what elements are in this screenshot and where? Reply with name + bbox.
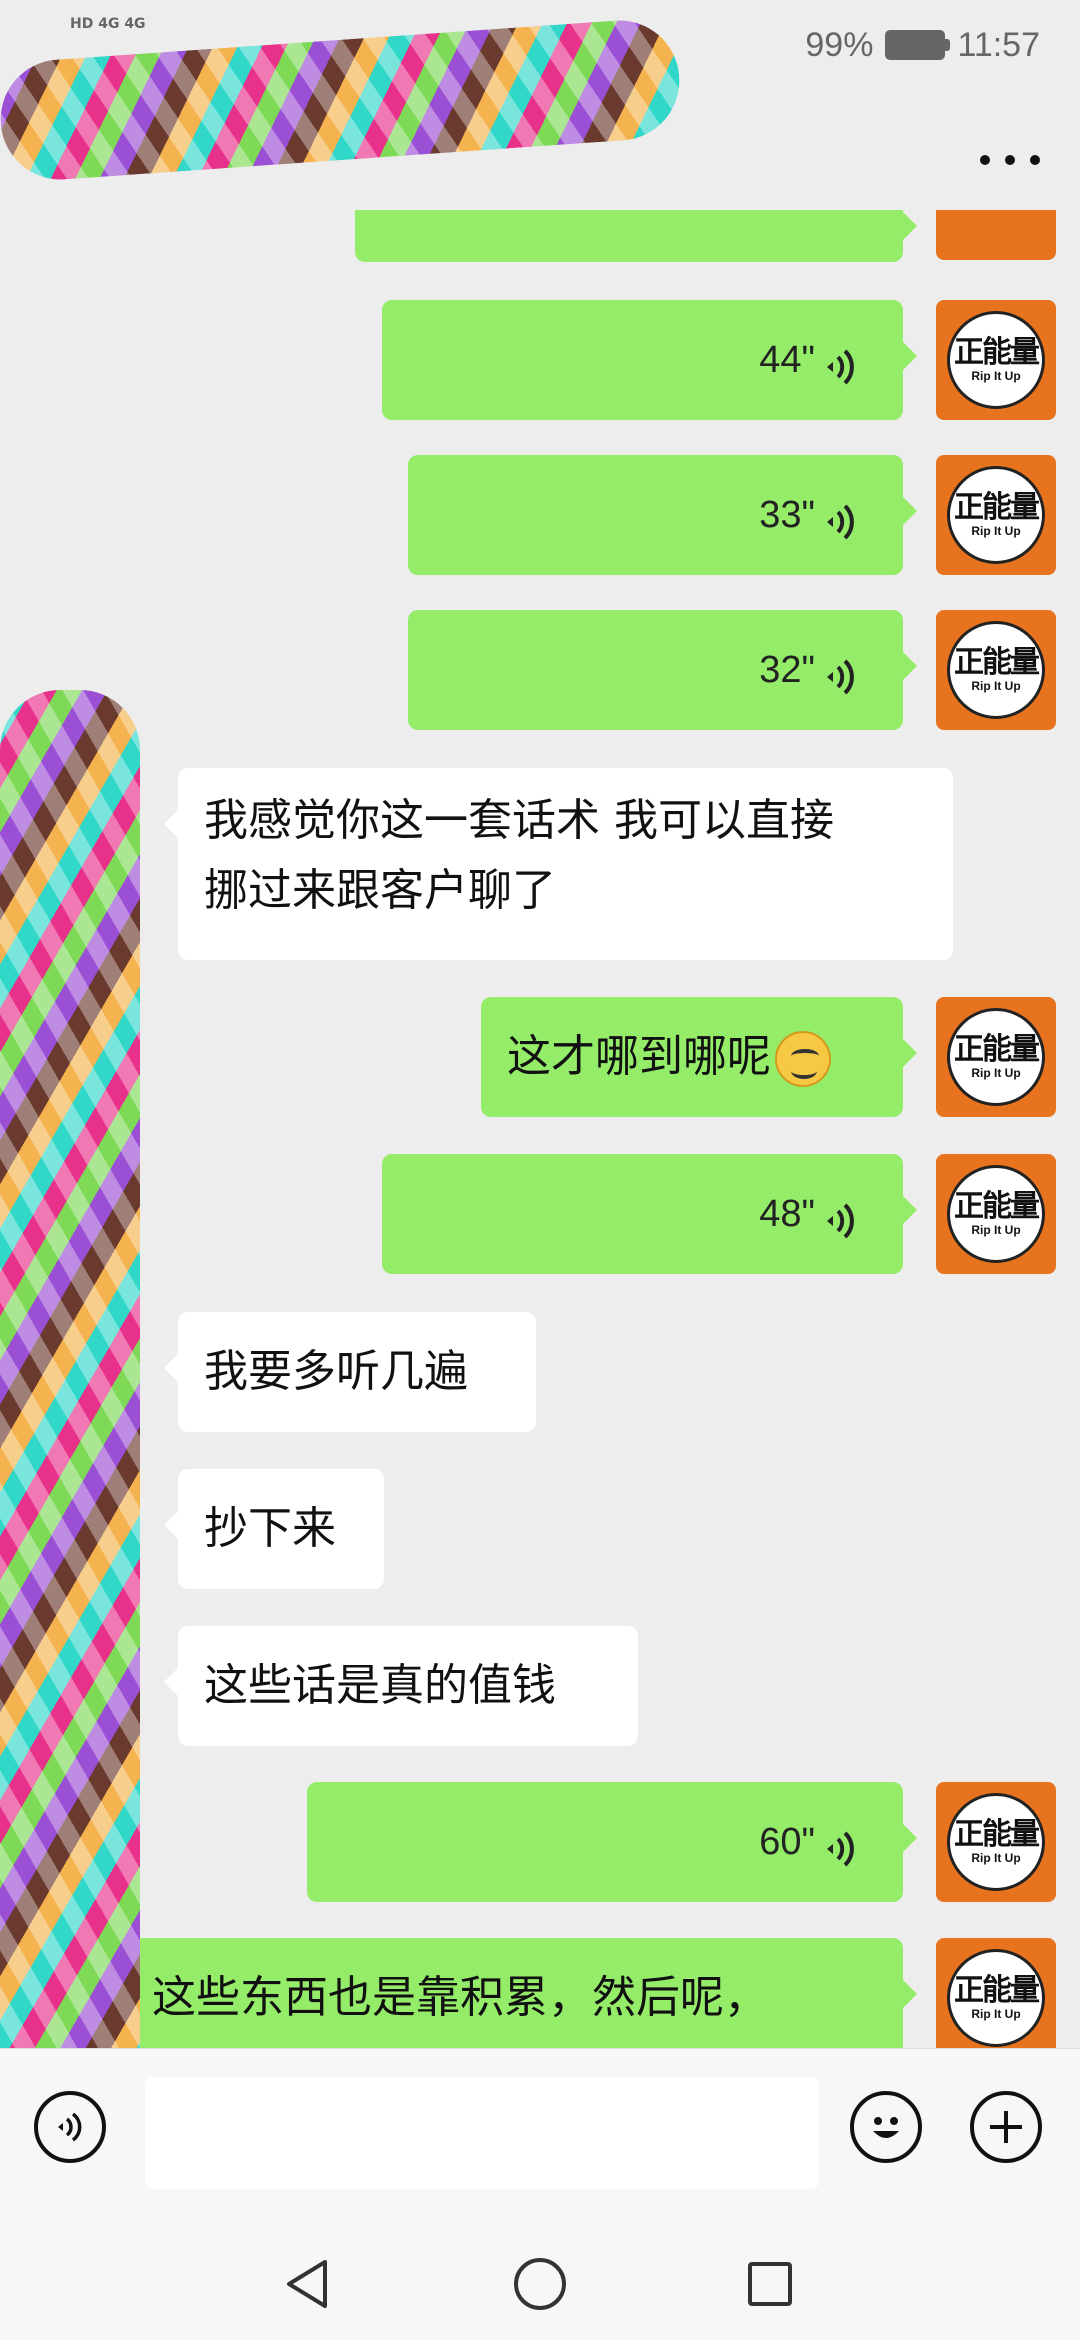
text-message[interactable]: 这些话是真的值钱 — [164, 1626, 638, 1746]
home-circle-icon — [514, 2258, 566, 2310]
plus-button[interactable] — [970, 2091, 1042, 2163]
avatar-me[interactable]: 正能量 Rip It Up — [936, 1782, 1056, 1902]
avatar-ring: 正能量 Rip It Up — [947, 1793, 1045, 1891]
voice-message[interactable]: 32" — [408, 610, 917, 730]
voice-content: 60" — [307, 1782, 903, 1902]
avatar-text: 正能量 — [954, 645, 1040, 680]
more-dot — [1030, 155, 1040, 165]
redacted-contact-avatar-scribble — [0, 690, 140, 2050]
voice-wave-icon — [825, 1822, 859, 1867]
message-input-bar — [0, 2048, 1080, 2229]
voice-content: 48" — [382, 1154, 903, 1274]
back-button[interactable] — [280, 2256, 336, 2312]
avatar-me[interactable]: 正能量 Rip It Up — [936, 1938, 1056, 2050]
voice-duration: 44" — [759, 339, 815, 381]
voice-wave-icon — [825, 650, 859, 695]
message-text: 这些话是真的值钱 — [204, 1660, 556, 1711]
voice-content: 33" — [408, 455, 903, 575]
home-button[interactable] — [512, 2256, 568, 2312]
message-bubble-cutoff[interactable] — [355, 210, 917, 262]
avatar-text: 正能量 — [954, 335, 1040, 370]
avatar-ring: 正能量 Rip It Up — [947, 1008, 1045, 1106]
emoji-icon — [873, 2117, 899, 2138]
voice-duration: 32" — [759, 649, 815, 691]
avatar-subtext: Rip It Up — [971, 369, 1021, 383]
voice-wave-icon — [825, 495, 859, 540]
avatar-me[interactable]: 正能量 Rip It Up — [936, 1154, 1056, 1274]
avatar-me[interactable]: 正能量 Rip It Up — [936, 455, 1056, 575]
voice-wave-icon — [825, 340, 859, 385]
avatar-subtext: Rip It Up — [971, 1851, 1021, 1865]
plus-icon — [990, 2111, 1022, 2143]
recents-square-icon — [748, 2262, 792, 2306]
voice-duration: 33" — [759, 494, 815, 536]
avatar-ring: 正能量 Rip It Up — [947, 1949, 1045, 2047]
back-triangle-icon — [287, 2260, 327, 2308]
system-nav-bar — [0, 2228, 1080, 2340]
avatar-subtext: Rip It Up — [971, 2007, 1021, 2021]
emoji-button[interactable] — [850, 2091, 922, 2163]
battery-percent: 99% — [805, 25, 874, 64]
voice-message[interactable]: 60" — [307, 1782, 917, 1902]
voice-content: 32" — [408, 610, 903, 730]
smirk-emoji-icon — [775, 1031, 831, 1087]
avatar-me[interactable]: 正能量 Rip It Up — [936, 300, 1056, 420]
message-text: 这才哪到哪呢 — [507, 1031, 771, 1082]
message-text: 抄下来 — [204, 1503, 336, 1554]
message-text-input[interactable] — [145, 2077, 819, 2189]
avatar-subtext: Rip It Up — [971, 679, 1021, 693]
voice-duration: 60" — [759, 1821, 815, 1863]
more-dot — [1005, 155, 1015, 165]
network-status: HD 4G 4G — [70, 16, 146, 32]
voice-duration: 48" — [759, 1193, 815, 1235]
avatar-text: 正能量 — [954, 1032, 1040, 1067]
more-dot — [980, 155, 990, 165]
message-text: 我要多听几遍 — [204, 1346, 468, 1397]
avatar-me[interactable] — [936, 210, 1056, 260]
more-options-icon[interactable] — [980, 148, 1040, 172]
text-message[interactable]: 这些东西也是靠积累，然后呢， — [126, 1938, 917, 2050]
text-message[interactable]: 这才哪到哪呢 — [481, 997, 917, 1117]
avatar-text: 正能量 — [954, 1973, 1040, 2008]
avatar-me[interactable]: 正能量 Rip It Up — [936, 997, 1056, 1117]
message-text: 这些东西也是靠积累，然后呢， — [152, 1972, 768, 2023]
message-text-line: 挪过来跟客户聊了 — [204, 865, 556, 916]
voice-content: 44" — [382, 300, 903, 420]
avatar-ring: 正能量 Rip It Up — [947, 466, 1045, 564]
clock: 11:57 — [957, 25, 1040, 64]
message-text-line: 我感觉你这一套话术 我可以直接 — [204, 795, 834, 846]
voice-input-button[interactable] — [34, 2091, 106, 2163]
voice-input-icon — [58, 2112, 82, 2142]
avatar-subtext: Rip It Up — [971, 1223, 1021, 1237]
voice-wave-icon — [825, 1194, 859, 1239]
avatar-ring: 正能量 Rip It Up — [947, 1165, 1045, 1263]
avatar-ring: 正能量 Rip It Up — [947, 311, 1045, 409]
avatar-subtext: Rip It Up — [971, 1066, 1021, 1080]
battery-icon — [885, 30, 951, 60]
voice-message[interactable]: 33" — [408, 455, 917, 575]
avatar-text: 正能量 — [954, 490, 1040, 525]
voice-message[interactable]: 44" — [382, 300, 917, 420]
avatar-text: 正能量 — [954, 1817, 1040, 1852]
avatar-ring: 正能量 Rip It Up — [947, 621, 1045, 719]
voice-message[interactable]: 48" — [382, 1154, 917, 1274]
avatar-text: 正能量 — [954, 1189, 1040, 1224]
recents-button[interactable] — [742, 2256, 798, 2312]
chat-messages[interactable]: 44" 正能量 Rip It Up 33" 正能量 Rip It Up 32" — [0, 210, 1080, 2050]
text-message[interactable]: 我要多听几遍 — [164, 1312, 536, 1432]
status-right: 99% 11:57 — [805, 20, 1040, 70]
avatar-subtext: Rip It Up — [971, 524, 1021, 538]
text-message[interactable]: 我感觉你这一套话术 我可以直接 挪过来跟客户聊了 — [164, 768, 953, 960]
text-message[interactable]: 抄下来 — [164, 1469, 384, 1589]
avatar-me[interactable]: 正能量 Rip It Up — [936, 610, 1056, 730]
